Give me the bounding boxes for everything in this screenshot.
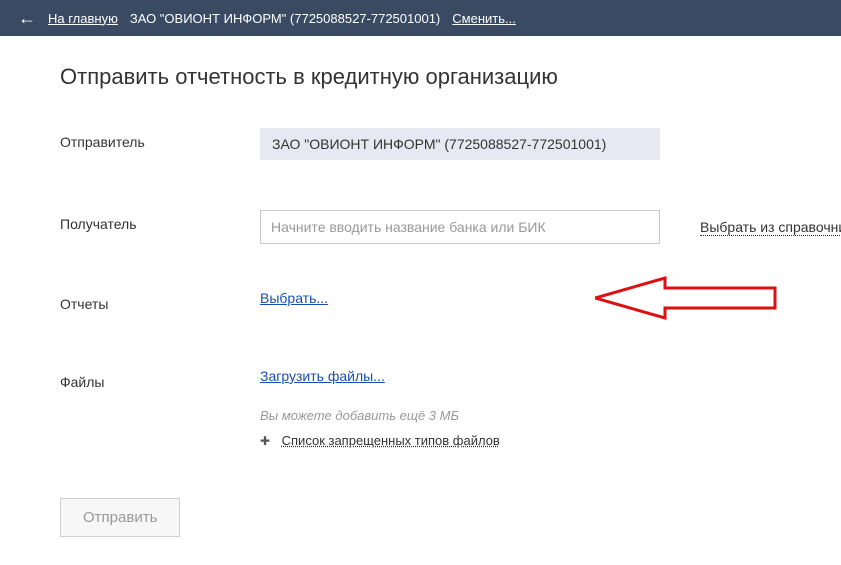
files-upload-link[interactable]: Загрузить файлы... [260, 368, 385, 384]
reports-select-link[interactable]: Выбрать... [260, 290, 328, 306]
row-reports: Отчеты Выбрать... [60, 290, 781, 312]
sender-value: ЗАО "ОВИОНТ ИНФОРМ" (7725088527-77250100… [260, 128, 660, 160]
back-arrow-icon[interactable]: ← [18, 8, 36, 29]
row-sender: Отправитель ЗАО "ОВИОНТ ИНФОРМ" (7725088… [60, 128, 781, 160]
forbidden-types-link[interactable]: Список запрещенных типов файлов [282, 433, 500, 448]
topbar: ← На главную ЗАО "ОВИОНТ ИНФОРМ" (772508… [0, 0, 841, 36]
page-title: Отправить отчетность в кредитную организ… [60, 64, 781, 90]
files-size-hint: Вы можете добавить ещё 3 МБ [260, 408, 781, 423]
row-files: Файлы Загрузить файлы... Вы можете добав… [60, 368, 781, 448]
submit-button[interactable]: Отправить [60, 498, 180, 537]
recipient-input[interactable] [260, 210, 660, 244]
org-name: ЗАО "ОВИОНТ ИНФОРМ" (7725088527-77250100… [130, 11, 440, 26]
change-org-link[interactable]: Сменить... [452, 11, 516, 26]
row-recipient: Получатель Выбрать из справочника [60, 210, 781, 244]
recipient-directory-link[interactable]: Выбрать из справочника [700, 219, 841, 236]
main-content: Отправить отчетность в кредитную организ… [0, 36, 841, 565]
expand-icon[interactable]: ✚ [260, 434, 274, 448]
sender-label: Отправитель [60, 128, 260, 150]
files-label: Файлы [60, 368, 260, 390]
reports-label: Отчеты [60, 290, 260, 312]
annotation-arrow-icon [595, 268, 795, 328]
home-link[interactable]: На главную [48, 11, 118, 26]
recipient-label: Получатель [60, 210, 260, 232]
